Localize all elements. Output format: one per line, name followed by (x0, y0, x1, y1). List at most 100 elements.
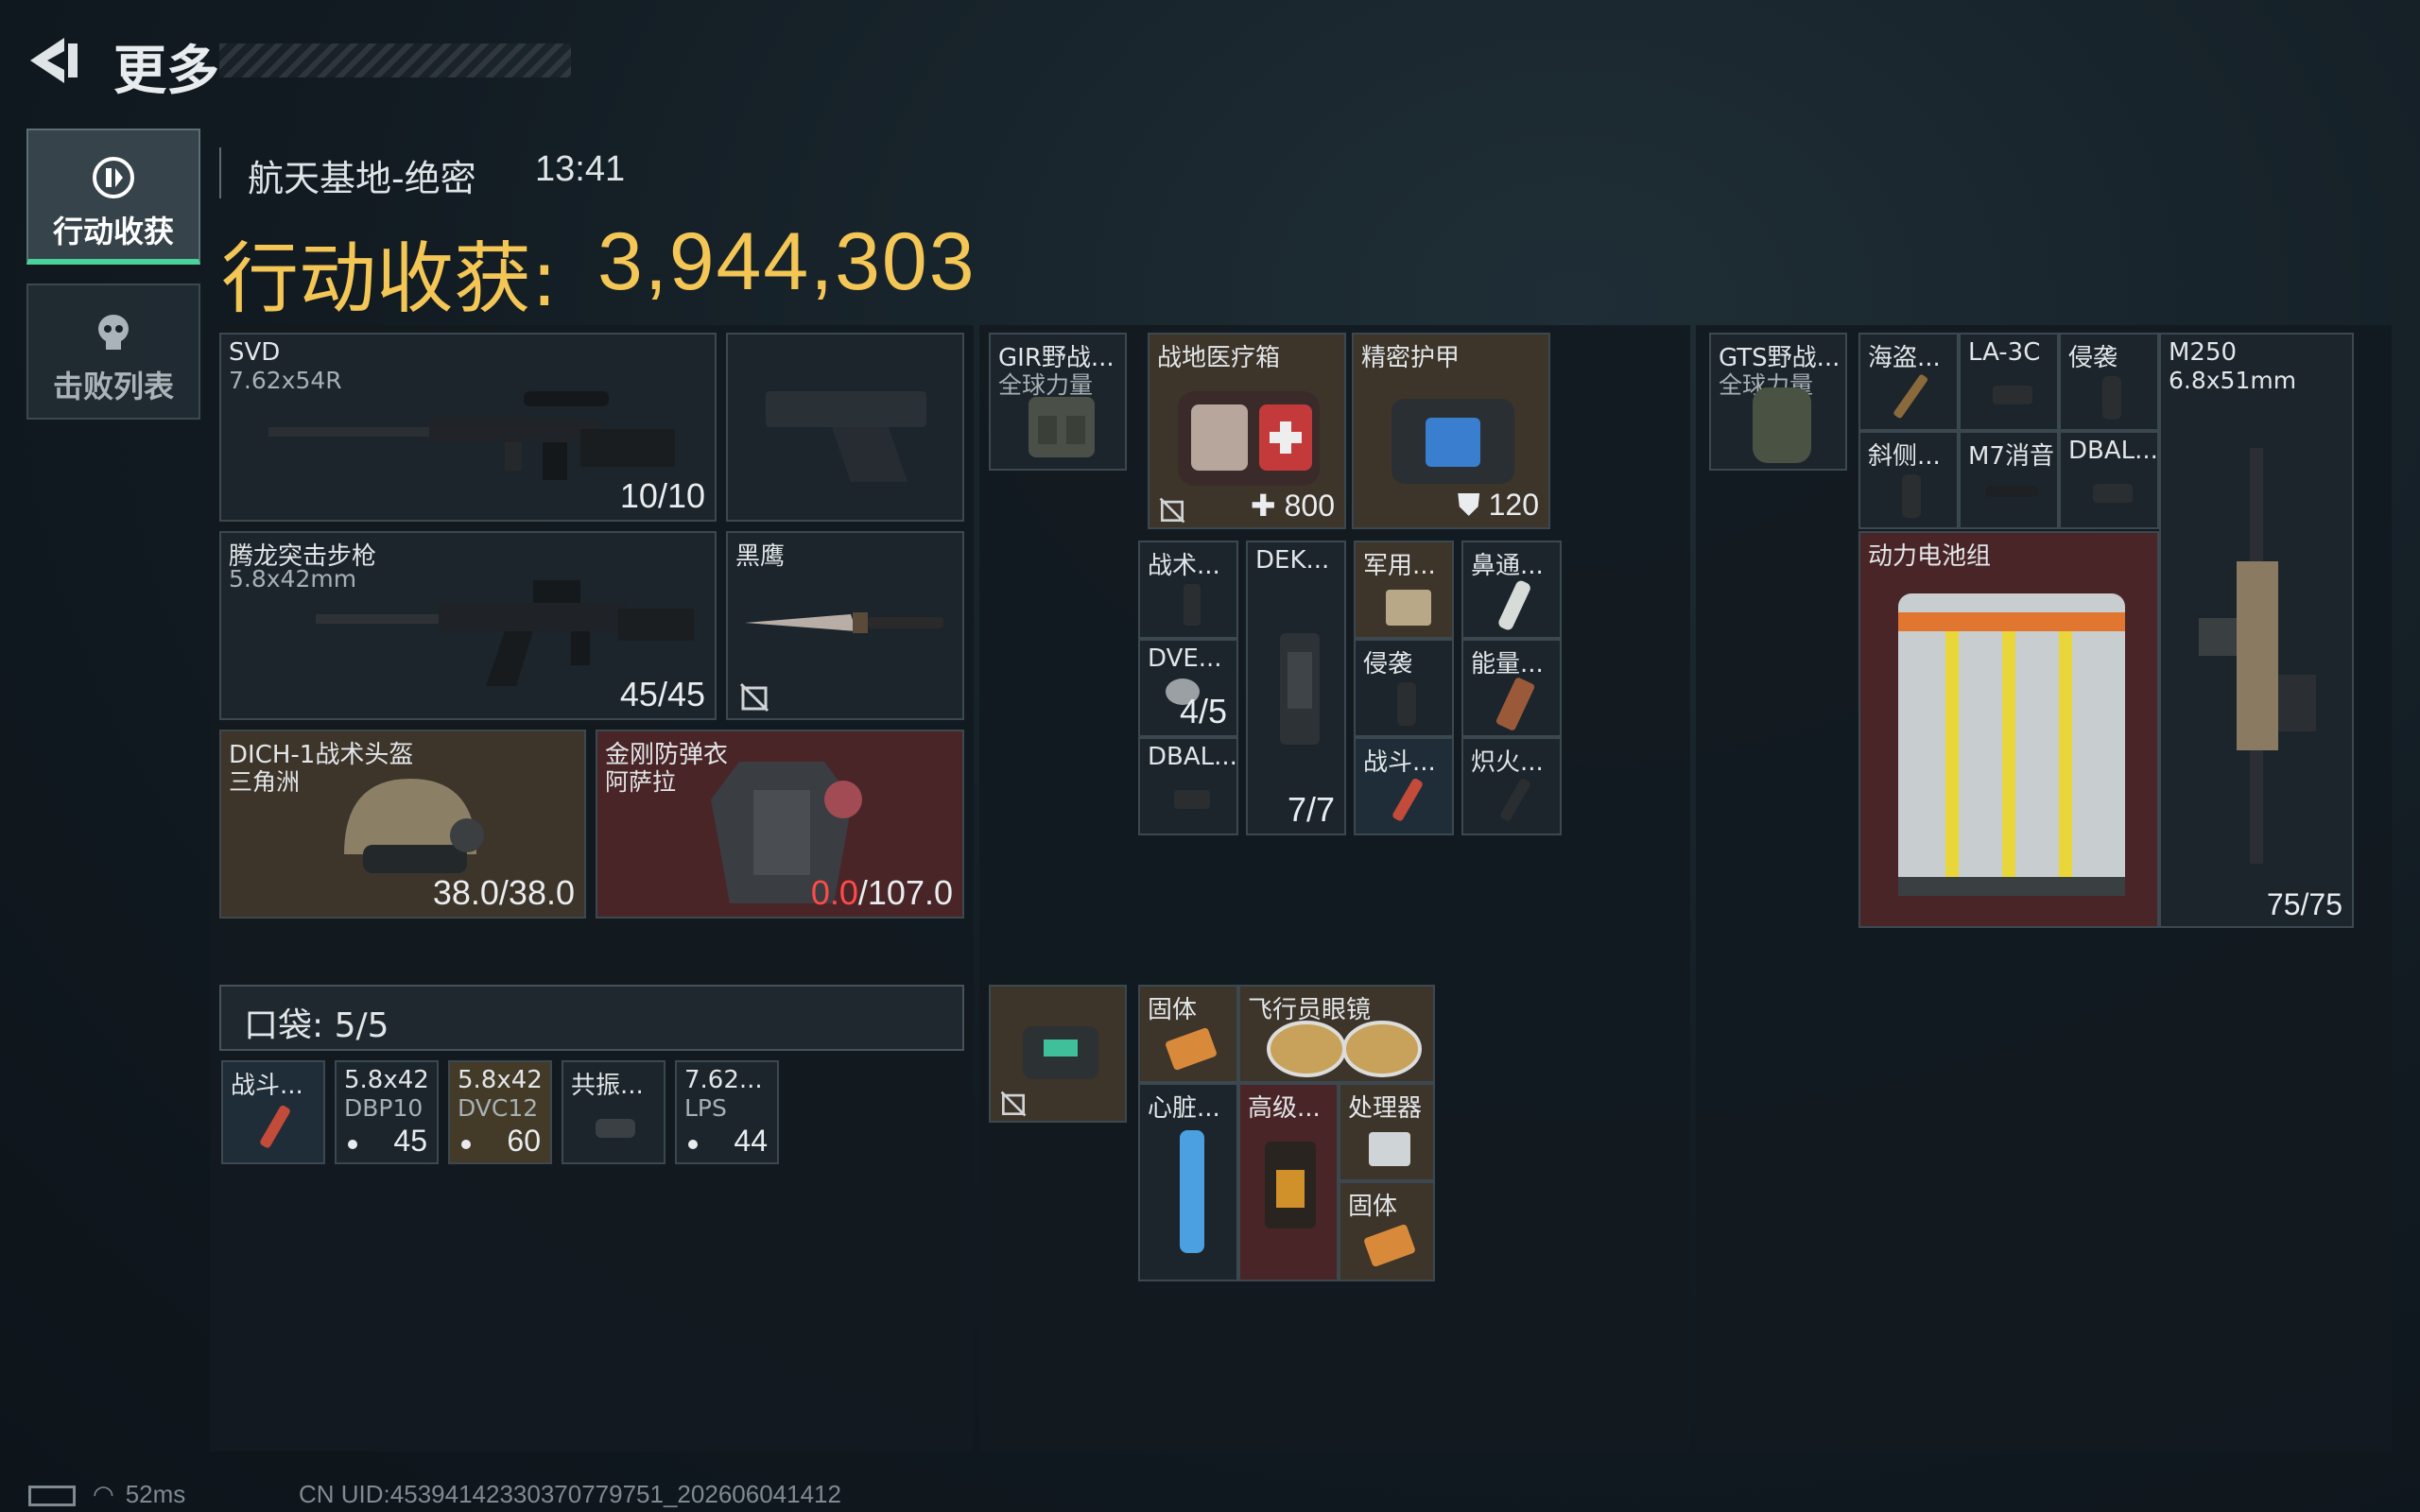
pocket-item[interactable]: 5.8x42 DVC12 60 (448, 1060, 552, 1164)
no-insure-icon (739, 682, 769, 713)
no-insure-icon (1159, 497, 1185, 524)
tab-loot[interactable]: 行动收获 (26, 129, 200, 265)
backpack-item-name: DBAL... (2068, 437, 2158, 465)
page-title: 更多 (113, 41, 219, 102)
ammo-dot-icon (348, 1140, 357, 1149)
rig-item[interactable]: 战术... (1138, 541, 1238, 639)
backpack-item[interactable]: 海盗... (1858, 333, 1959, 431)
case-item[interactable]: 固体 (1138, 985, 1238, 1083)
armor-slot[interactable]: 金刚防弹衣 阿萨拉 0.0/107.0 (596, 730, 964, 919)
tab-kills[interactable]: 击败列表 (26, 284, 200, 420)
backpack-item[interactable]: M7消音 (1959, 431, 2059, 529)
backpack-item[interactable]: 斜侧... (1858, 431, 1959, 529)
backpack-weapon-slot[interactable]: M250 6.8x51mm 75/75 (2159, 333, 2354, 928)
rig-item[interactable]: DBAL... (1138, 737, 1238, 835)
rig-item[interactable]: 战斗... (1354, 737, 1454, 835)
wifi-icon: ◠ (93, 1480, 114, 1508)
secondary-weapon-slot[interactable]: 腾龙突击步枪 5.8x42mm 45/45 (219, 531, 717, 720)
case-item[interactable]: 固体 (1339, 1181, 1435, 1281)
backpack-item-name: M7消音 (1968, 442, 2054, 471)
rig-item[interactable]: 炽火... (1461, 737, 1562, 835)
secure-case-icon (1023, 1026, 1098, 1079)
pistol-silhouette-icon (766, 391, 926, 482)
backpack-item-name: 侵袭 (2068, 344, 2118, 372)
medkit-count: ✚ 800 (1251, 488, 1335, 524)
pocket-item[interactable]: 7.62... LPS 44 (675, 1060, 779, 1164)
backpack-item[interactable]: DBAL... (2059, 431, 2159, 529)
battery-icon (28, 1486, 76, 1507)
rig-item[interactable]: DVE... 4/5 (1138, 639, 1238, 737)
case-item[interactable]: 飞行员眼镜 (1238, 985, 1435, 1083)
rig-slot[interactable]: GIR野战... 全球力量 (989, 333, 1127, 471)
case-item[interactable]: 高级... (1238, 1083, 1339, 1281)
armor-repair-name: 精密护甲 (1361, 344, 1461, 372)
backpack-weapon-ammo: 6.8x51mm (2169, 367, 2297, 394)
melee-slot[interactable]: 黑鹰 (726, 531, 964, 720)
rig-item[interactable]: DEK... 7/7 (1246, 541, 1346, 835)
back-arrow-icon[interactable] (26, 34, 83, 87)
fuel-tablet-icon (1364, 1224, 1415, 1267)
power-battery-icon (1898, 593, 2125, 896)
rig-item-name: 战术... (1148, 552, 1220, 580)
pocket-item[interactable]: 共振... (562, 1060, 666, 1164)
pocket-item[interactable]: 5.8x42 DBP10 45 (335, 1060, 439, 1164)
backpack-slot[interactable]: GTS野战... 全球力量 (1709, 333, 1847, 471)
rig-item[interactable]: 鼻通... (1461, 541, 1562, 639)
tab-kills-label: 击败列表 (52, 369, 174, 404)
armor-repair-slot[interactable]: 精密护甲 ⛊ 120 (1352, 333, 1550, 529)
helmet-maker: 三角洲 (229, 768, 301, 796)
coffee-bag-icon (1265, 1142, 1316, 1228)
pistol-slot[interactable] (726, 333, 964, 522)
secondary-weapon-ammo-count: 45/45 (619, 675, 705, 713)
backpack-item[interactable]: 侵袭 (2059, 333, 2159, 431)
battery-name: 动力电池组 (1868, 542, 1992, 571)
laser-icon (1174, 790, 1210, 809)
armor-repair-count-value: 120 (1488, 488, 1539, 522)
grip-icon (2102, 376, 2121, 420)
rig-item-count: 4/5 (1179, 692, 1227, 730)
grip-icon (1184, 584, 1201, 626)
secure-case-slot[interactable] (989, 985, 1127, 1123)
pocket-item-name: 5.8x42 (344, 1066, 429, 1094)
pocket-item-name: 共振... (571, 1072, 644, 1100)
pocket-item-sub: DBP10 (344, 1094, 424, 1122)
medkit-slot[interactable]: 战地医疗箱 ✚ 800 (1148, 333, 1346, 529)
haul-value: 3,944,303 (597, 216, 977, 307)
backpack-icon (1753, 387, 1811, 463)
battery-slot[interactable]: 动力电池组 (1858, 531, 2159, 928)
armor-durability-max: /107.0 (857, 873, 953, 912)
rig-item[interactable]: 能量... (1461, 639, 1562, 737)
sniper-rifle-icon (268, 391, 675, 480)
rig-item-name: DBAL... (1148, 743, 1237, 771)
helmet-slot[interactable]: DICH-1战术头盔 三角洲 38.0/38.0 (219, 730, 586, 919)
match-time: 13:41 (535, 149, 626, 189)
rig-item[interactable]: 军用... (1354, 541, 1454, 639)
aviator-glasses-icon (1267, 1021, 1422, 1077)
rig-item-name: DVE... (1148, 644, 1222, 673)
medkit-count-value: 800 (1284, 489, 1335, 523)
energy-bar-icon (1495, 678, 1535, 730)
heart-stent-icon (1180, 1130, 1204, 1253)
backpack-item-name: 斜侧... (1868, 442, 1941, 471)
knife-icon (745, 612, 943, 633)
case-item[interactable]: 心脏... (1138, 1083, 1238, 1281)
case-item[interactable]: 处理器 (1339, 1083, 1435, 1181)
backpack-item[interactable]: LA-3C (1959, 333, 2059, 431)
machine-gun-icon (2199, 448, 2316, 864)
pocket-item-sub: LPS (684, 1094, 727, 1122)
pocket-item[interactable]: 战斗... (221, 1060, 325, 1164)
player-uid: CN UID:45394142330370779751_202606041412 (299, 1480, 841, 1508)
map-name: 航天基地-绝密 (248, 158, 476, 199)
rig-item[interactable]: 侵袭 (1354, 639, 1454, 737)
pocket-item-count: 60 (507, 1124, 541, 1158)
case-item-name: 心脏... (1148, 1094, 1220, 1123)
primary-weapon-slot[interactable]: SVD 7.62x54R 10/10 (219, 333, 717, 522)
primary-weapon-name: SVD (229, 338, 281, 367)
repair-kit-bag-icon (1392, 399, 1514, 484)
fuel-tablet-icon (1166, 1027, 1217, 1071)
status-bar: ◠ 52ms (28, 1480, 185, 1509)
primary-weapon-ammo-count: 10/10 (619, 476, 705, 515)
nasal-spray-icon (1498, 580, 1530, 630)
medkit-name: 战地医疗箱 (1157, 344, 1281, 372)
armor-durability-current: 0.0 (810, 873, 858, 912)
